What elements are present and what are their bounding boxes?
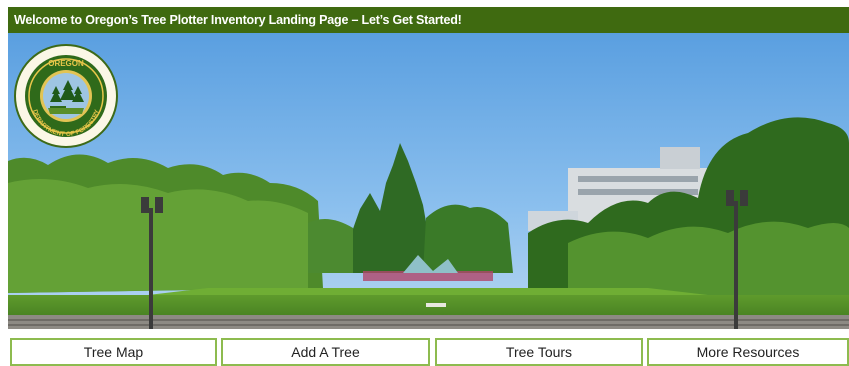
header-banner: Welcome to Oregon’s Tree Plotter Invento… (8, 7, 849, 33)
more-resources-button[interactable]: More Resources (647, 338, 849, 366)
capitol-mall-photo (8, 33, 849, 329)
forestry-seal-icon: OREGON DEPARTMENT OF FORESTRY (25, 55, 107, 138)
main-navigation: Tree Map Add A Tree Tree Tours More Reso… (8, 338, 849, 366)
page-title: Welcome to Oregon’s Tree Plotter Invento… (14, 13, 462, 27)
oregon-department-of-forestry-logo: OREGON DEPARTMENT OF FORESTRY (14, 44, 118, 148)
add-a-tree-button[interactable]: Add A Tree (221, 338, 430, 366)
tree-map-button[interactable]: Tree Map (10, 338, 217, 366)
hero-image (8, 33, 849, 329)
logo-top-text: OREGON (48, 59, 84, 68)
tree-tours-button[interactable]: Tree Tours (435, 338, 643, 366)
